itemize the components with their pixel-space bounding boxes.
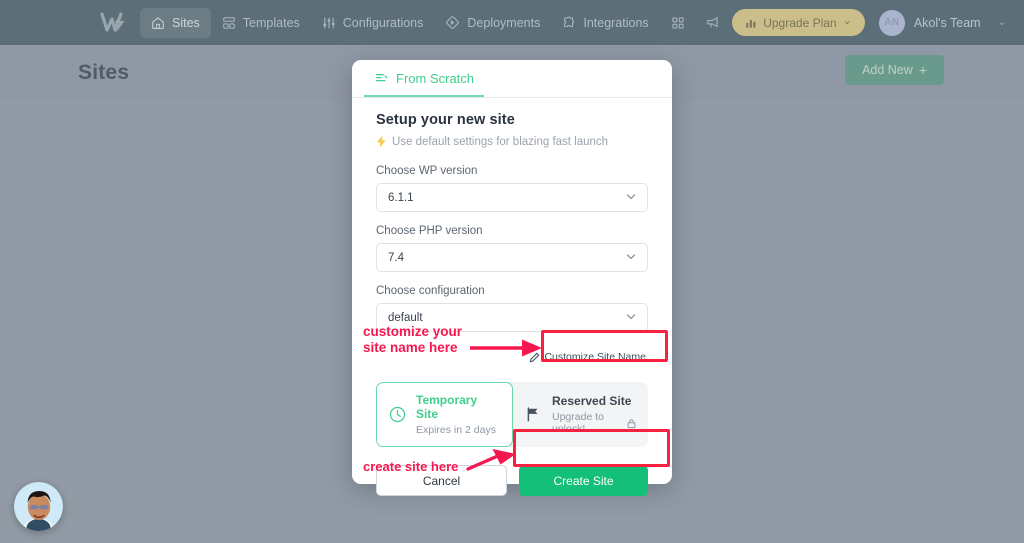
avatar: AN <box>878 9 905 36</box>
site-type-reserved[interactable]: Reserved Site Upgrade to unlock! <box>513 382 648 447</box>
add-new-label: Add New <box>862 63 913 77</box>
modal-heading: Setup your new site <box>376 112 515 128</box>
deploy-diamond-icon <box>445 15 460 30</box>
nav-label-templates: Templates <box>242 15 300 30</box>
flag-icon <box>524 405 543 424</box>
add-new-button[interactable]: Add New + <box>845 55 944 85</box>
from-scratch-lines-icon <box>374 71 388 85</box>
upgrade-plan-label: Upgrade Plan <box>763 15 837 30</box>
site-type-reserved-subtitle: Upgrade to unlock! <box>552 411 637 435</box>
templates-grid-icon <box>222 16 236 30</box>
cancel-button[interactable]: Cancel <box>376 465 507 496</box>
home-icon <box>151 16 165 30</box>
sliders-icon <box>322 16 336 30</box>
nav-item-configurations[interactable]: Configurations <box>311 8 435 38</box>
label-php-version: Choose PHP version <box>376 225 483 237</box>
nav-items: Sites Templates Configurations Deploymen… <box>140 7 732 38</box>
clock-icon <box>388 405 407 424</box>
support-chat-avatar[interactable] <box>14 482 63 531</box>
select-configuration[interactable]: default <box>376 303 648 332</box>
site-type-reserved-title: Reserved Site <box>552 394 632 408</box>
lock-icon <box>626 418 637 429</box>
wordpress-lightning-logo-icon[interactable] <box>98 10 132 36</box>
top-navigation-bar: Sites Templates Configurations Deploymen… <box>0 0 1024 45</box>
nav-label-deployments: Deployments <box>467 15 541 30</box>
site-type-temporary-subtitle: Expires in 2 days <box>416 424 501 436</box>
create-site-button[interactable]: Create Site <box>519 465 648 496</box>
select-php-version[interactable]: 7.4 <box>376 243 648 272</box>
modal-subheading: Use default settings for blazing fast la… <box>392 135 609 148</box>
page-title: Sites <box>78 60 130 84</box>
nav-item-templates[interactable]: Templates <box>211 8 311 38</box>
bar-chart-icon <box>745 17 757 29</box>
modal-tabs: From Scratch <box>352 60 672 98</box>
upgrade-plan-button[interactable]: Upgrade Plan ⌄ <box>732 9 865 36</box>
nav-label-sites: Sites <box>172 15 200 30</box>
plus-icon: + <box>918 62 927 78</box>
nav-item-deployments[interactable]: Deployments <box>434 8 551 38</box>
chevron-down-icon: ⌄ <box>997 17 1006 28</box>
tab-from-scratch[interactable]: From Scratch <box>364 61 485 97</box>
modal-body: Setup your new site Use default settings… <box>352 98 672 496</box>
chevron-down-icon <box>625 310 637 325</box>
modal-subheading-row: Use default settings for blazing fast la… <box>376 135 648 148</box>
nav-label-configurations: Configurations <box>342 15 424 30</box>
customize-site-name-label: Customize Site Name <box>544 351 646 363</box>
select-value-php-version: 7.4 <box>388 251 404 264</box>
team-switcher[interactable]: AN Akol's Team ⌄ <box>878 9 1006 36</box>
label-configuration: Choose configuration <box>376 285 485 297</box>
select-value-wp-version: 6.1.1 <box>388 191 414 204</box>
label-wp-version: Choose WP version <box>376 165 478 177</box>
modal-footer: Cancel Create Site <box>376 465 648 496</box>
puzzle-icon <box>562 16 576 30</box>
site-type-temporary[interactable]: Temporary Site Expires in 2 days <box>376 382 513 447</box>
pencil-icon <box>529 352 540 363</box>
tab-label-from-scratch: From Scratch <box>396 70 475 86</box>
megaphone-icon[interactable] <box>699 8 729 38</box>
new-site-modal: From Scratch Setup your new site Use def… <box>352 60 672 496</box>
site-type-reserved-subtitle-text: Upgrade to unlock! <box>552 411 604 435</box>
chevron-down-icon <box>625 190 637 205</box>
lightning-bolt-icon <box>376 135 387 148</box>
site-type-temporary-title: Temporary Site <box>416 393 478 421</box>
site-type-temporary-subtitle-text: Expires in 2 days <box>416 424 496 436</box>
nav-label-integrations: Integrations <box>583 15 649 30</box>
site-type-selector: Temporary Site Expires in 2 days Reserve… <box>376 382 648 447</box>
apps-grid-icon[interactable] <box>663 8 693 38</box>
customize-site-name-button[interactable]: Customize Site Name <box>527 346 648 368</box>
nav-item-integrations[interactable]: Integrations <box>551 8 659 38</box>
select-value-configuration: default <box>388 311 423 324</box>
team-name-label: Akol's Team <box>913 15 981 30</box>
chevron-down-icon <box>625 250 637 265</box>
select-wp-version[interactable]: 6.1.1 <box>376 183 648 212</box>
app-screen: Sites Templates Configurations Deploymen… <box>0 0 1024 543</box>
customize-site-name-row: Customize Site Name <box>376 346 648 368</box>
nav-item-sites[interactable]: Sites <box>140 7 211 38</box>
